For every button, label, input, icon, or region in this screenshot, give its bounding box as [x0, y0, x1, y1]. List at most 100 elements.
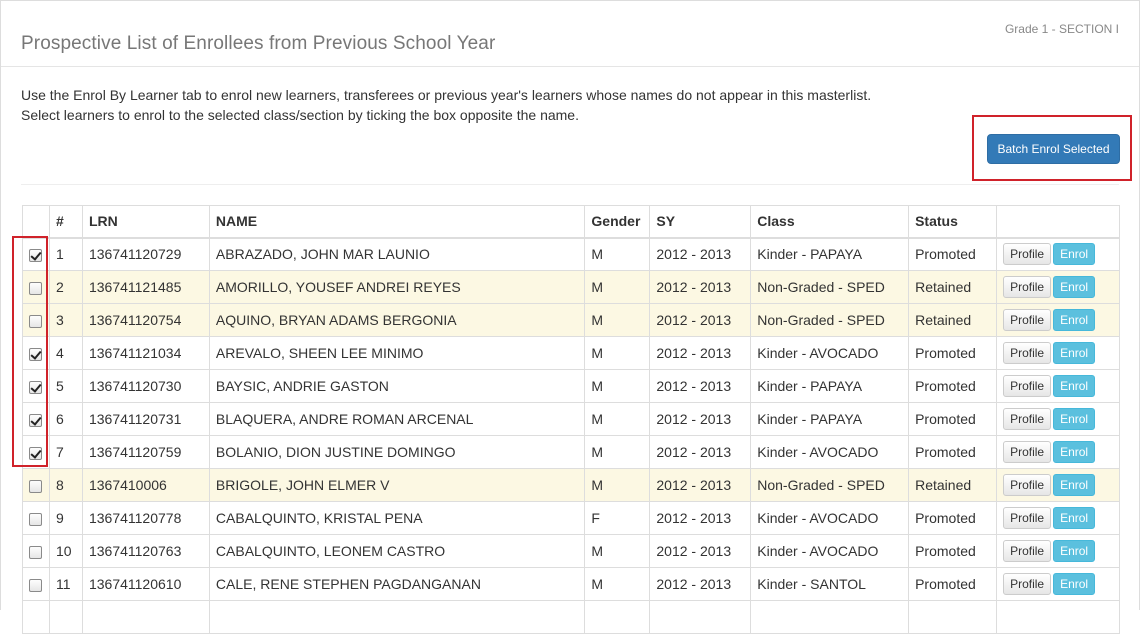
enrol-button[interactable]: Enrol	[1053, 573, 1096, 595]
actions-cell: Profile Enrol	[996, 270, 1120, 304]
row-number: 4	[48, 336, 83, 370]
profile-button[interactable]: Profile	[1003, 507, 1052, 529]
profile-button[interactable]: Profile	[1003, 342, 1052, 364]
class-cell: Non-Graded - SPED	[750, 270, 910, 304]
profile-button[interactable]: Profile	[1003, 276, 1052, 298]
column-header-name: NAME	[208, 205, 586, 239]
sy-cell: 2012 - 2013	[649, 303, 752, 337]
actions-cell: Profile Enrol	[996, 402, 1120, 436]
gender-cell: M	[584, 567, 651, 601]
profile-button[interactable]: Profile	[1003, 441, 1052, 463]
class-cell: Non-Graded - SPED	[750, 468, 910, 502]
sy-cell: 2012 - 2013	[649, 270, 752, 304]
enrol-button[interactable]: Enrol	[1053, 507, 1096, 529]
gender-cell: M	[584, 303, 651, 337]
actions-cell: Profile Enrol	[996, 369, 1120, 403]
column-header-class: Class	[750, 205, 910, 239]
status-cell: Promoted	[908, 237, 998, 271]
gender-cell: M	[584, 369, 651, 403]
row-number: 2	[48, 270, 83, 304]
select-checkbox[interactable]	[29, 512, 43, 526]
select-cell	[22, 270, 50, 304]
select-cell	[22, 303, 50, 337]
status-cell: Promoted	[908, 567, 998, 601]
table-row: 2 136741121485 AMORILLO, YOUSEF ANDREI REY…	[22, 270, 1120, 304]
lrn-cell: 136741120763	[81, 534, 210, 568]
enrollees-table: # LRN NAME Gender SY Class Status 1 13674…	[22, 205, 1120, 634]
select-checkbox[interactable]	[29, 413, 43, 427]
select-checkbox[interactable]	[29, 281, 43, 295]
select-checkbox[interactable]	[29, 446, 43, 460]
select-checkbox[interactable]	[29, 545, 43, 559]
instructions-line-1: Use the Enrol By Learner tab to enrol ne…	[21, 87, 872, 103]
profile-button[interactable]: Profile	[1003, 408, 1052, 430]
sy-cell: 2012 - 2013	[649, 369, 752, 403]
select-cell	[22, 237, 50, 271]
table-row: 8 1367410006 BRIGOLE, JOHN ELMER V M 2012 - …	[22, 468, 1120, 502]
table-body: 1 136741120729 ABRAZADO, JOHN MAR LAUNIO M 2…	[22, 237, 1120, 634]
gender-cell: M	[584, 468, 651, 502]
profile-button[interactable]: Profile	[1003, 474, 1052, 496]
select-cell	[22, 534, 50, 568]
class-cell: Kinder - PAPAYA	[750, 402, 910, 436]
select-cell	[22, 336, 50, 370]
column-header-sy: SY	[649, 205, 752, 239]
select-checkbox[interactable]	[29, 314, 43, 328]
table-row: 9 136741120778 CABALQUINTO, KRISTAL PENA F 2…	[22, 501, 1120, 535]
enrol-button[interactable]: Enrol	[1053, 441, 1096, 463]
gender-cell: M	[584, 237, 651, 271]
enrol-button[interactable]: Enrol	[1053, 309, 1096, 331]
name-cell: AREVALO, SHEEN LEE MINIMO	[208, 336, 586, 370]
status-cell: Promoted	[908, 402, 998, 436]
row-number: 10	[48, 534, 83, 568]
profile-button[interactable]: Profile	[1003, 375, 1052, 397]
row-number: 6	[48, 402, 83, 436]
table-row: 10 136741120763 CABALQUINTO, LEONEM CASTRO…	[22, 534, 1120, 568]
status-cell: Promoted	[908, 336, 998, 370]
sy-cell: 2012 - 2013	[649, 567, 752, 601]
select-checkbox[interactable]	[29, 479, 43, 493]
divider	[21, 184, 1119, 185]
sy-cell: 2012 - 2013	[649, 336, 752, 370]
profile-button[interactable]: Profile	[1003, 309, 1052, 331]
select-checkbox[interactable]	[29, 249, 43, 263]
lrn-cell: 136741120754	[81, 303, 210, 337]
enrol-button[interactable]: Enrol	[1053, 342, 1096, 364]
enrol-button[interactable]: Enrol	[1053, 243, 1096, 266]
table-row: 5 136741120730 BAYSIC, ANDRIE GASTON M 2012 …	[22, 369, 1120, 403]
gender-cell	[584, 600, 651, 634]
row-number: 3	[48, 303, 83, 337]
sy-cell: 2012 - 2013	[649, 435, 752, 469]
batch-enrol-button[interactable]: Batch Enrol Selected	[987, 134, 1120, 164]
select-cell	[22, 468, 50, 502]
select-cell	[22, 435, 50, 469]
section-label: Grade 1 - SECTION I	[1004, 22, 1119, 36]
enrol-button[interactable]: Enrol	[1053, 408, 1096, 430]
column-header-lrn: LRN	[81, 205, 210, 239]
actions-cell: Profile Enrol	[996, 468, 1120, 502]
enrollees-panel: Prospective List of Enrollees from Previ…	[0, 0, 1140, 634]
profile-button[interactable]: Profile	[1003, 243, 1052, 266]
column-header-gender: Gender	[584, 205, 651, 239]
row-number: 9	[48, 501, 83, 535]
select-cell	[22, 402, 50, 436]
enrol-button[interactable]: Enrol	[1053, 474, 1096, 496]
select-checkbox[interactable]	[29, 380, 43, 394]
actions-cell	[996, 600, 1120, 634]
enrol-button[interactable]: Enrol	[1053, 375, 1096, 397]
select-checkbox[interactable]	[29, 347, 43, 361]
lrn-cell: 136741120759	[81, 435, 210, 469]
instructions-line-2: Select learners to enrol to the selected…	[21, 107, 579, 123]
lrn-cell: 136741120778	[81, 501, 210, 535]
profile-button[interactable]: Profile	[1003, 573, 1052, 595]
lrn-cell: 136741120731	[81, 402, 210, 436]
profile-button[interactable]: Profile	[1003, 540, 1052, 562]
select-checkbox[interactable]	[29, 578, 43, 592]
table-header-row: # LRN NAME Gender SY Class Status	[22, 205, 1120, 239]
row-number: 8	[48, 468, 83, 502]
name-cell: CALE, RENE STEPHEN PAGDANGANAN	[208, 567, 586, 601]
actions-cell: Profile Enrol	[996, 567, 1120, 601]
name-cell: ABRAZADO, JOHN MAR LAUNIO	[208, 237, 586, 271]
enrol-button[interactable]: Enrol	[1053, 276, 1096, 298]
enrol-button[interactable]: Enrol	[1053, 540, 1096, 562]
